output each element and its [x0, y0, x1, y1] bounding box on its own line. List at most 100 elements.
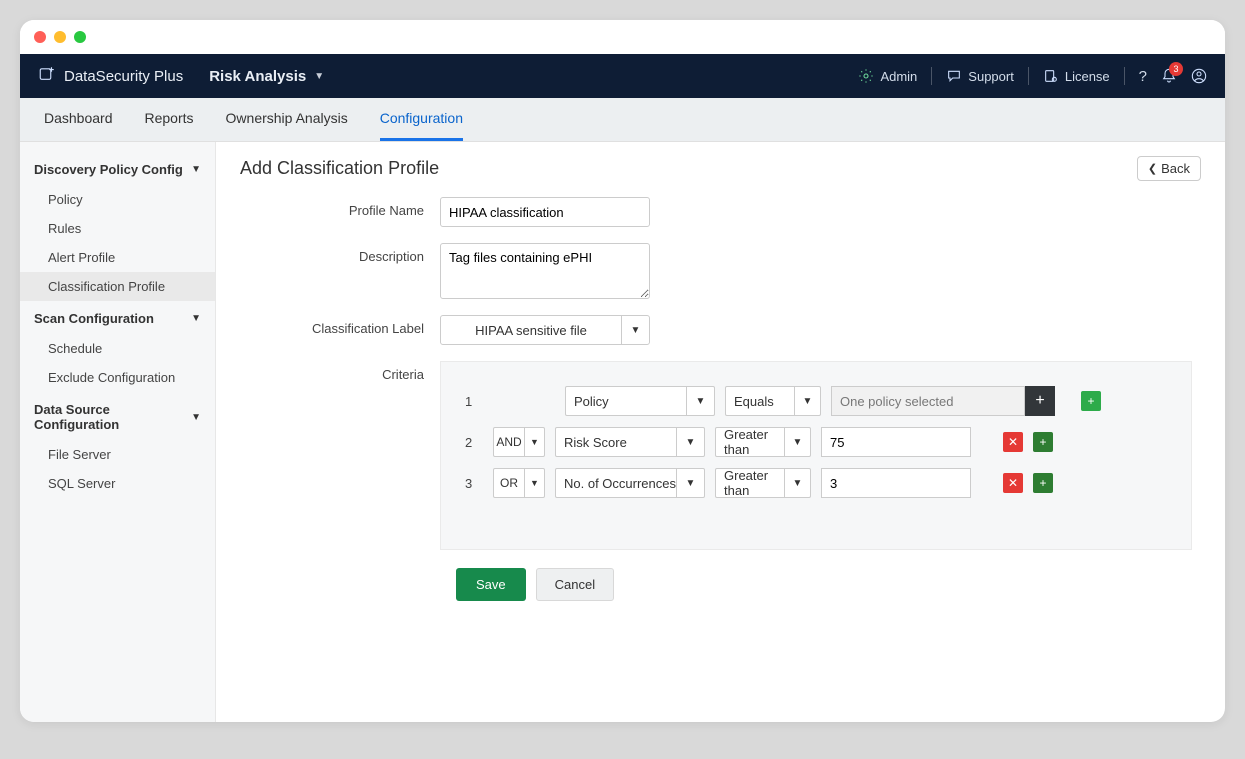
back-button[interactable]: ❮ Back	[1137, 156, 1201, 181]
tab-dashboard[interactable]: Dashboard	[44, 98, 113, 141]
criteria-row: 2 AND ▼ Risk Score ▼ Greater than	[465, 427, 1167, 457]
sidebar-group-data-source[interactable]: Data Source Configuration ▼	[20, 392, 215, 440]
criteria-operator-select[interactable]: Equals ▼	[725, 386, 821, 416]
support-link[interactable]: Support	[946, 68, 1014, 84]
divider-icon	[931, 67, 932, 85]
criteria-field-value: Policy	[566, 394, 686, 409]
criteria-number: 3	[465, 476, 483, 491]
module-name: Risk Analysis	[209, 68, 306, 85]
module-switcher[interactable]: Risk Analysis ▼	[209, 68, 324, 85]
top-links: Admin Support License ? 3	[858, 67, 1207, 85]
add-policy-button[interactable]: +	[1025, 386, 1055, 416]
description-input[interactable]: Tag files containing ePHI	[440, 243, 650, 299]
criteria-logic-select[interactable]: AND ▼	[493, 427, 545, 457]
criteria-field-select[interactable]: No. of Occurrences ▼	[555, 468, 705, 498]
classification-label-value: HIPAA sensitive file	[441, 323, 621, 338]
criteria-number: 2	[465, 435, 483, 450]
add-criteria-button[interactable]: +	[1081, 391, 1101, 411]
sidebar-group-label: Scan Configuration	[34, 311, 154, 326]
add-criteria-button[interactable]: +	[1033, 473, 1053, 493]
sidebar: Discovery Policy Config ▼ Policy Rules A…	[20, 142, 216, 722]
chevron-down-icon: ▼	[621, 316, 649, 344]
sidebar-item-schedule[interactable]: Schedule	[20, 334, 215, 363]
criteria-value-input[interactable]	[821, 468, 971, 498]
module-tabs: Dashboard Reports Ownership Analysis Con…	[20, 98, 1225, 142]
criteria-row: 3 OR ▼ No. of Occurrences ▼ Greater than	[465, 468, 1167, 498]
chevron-left-icon: ❮	[1148, 162, 1157, 175]
brand-icon	[38, 65, 56, 87]
chevron-down-icon: ▼	[524, 428, 544, 456]
criteria-field-value: No. of Occurrences	[556, 476, 676, 491]
remove-criteria-button[interactable]: ✕	[1003, 473, 1023, 493]
divider-icon	[1124, 67, 1125, 85]
criteria-logic-value: OR	[494, 476, 524, 490]
criteria-box: 1 Policy ▼ Equals ▼ One policy	[440, 361, 1192, 550]
window-minimize-icon[interactable]	[54, 31, 66, 43]
caret-down-icon: ▼	[191, 164, 201, 175]
classification-label-label: Classification Label	[300, 315, 440, 336]
criteria-operator-select[interactable]: Greater than ▼	[715, 468, 811, 498]
sidebar-item-sql-server[interactable]: SQL Server	[20, 469, 215, 498]
criteria-operator-value: Greater than	[716, 427, 784, 457]
sidebar-item-alert-profile[interactable]: Alert Profile	[20, 243, 215, 272]
save-button[interactable]: Save	[456, 568, 526, 601]
back-label: Back	[1161, 161, 1190, 176]
sidebar-item-file-server[interactable]: File Server	[20, 440, 215, 469]
criteria-operator-value: Greater than	[716, 468, 784, 498]
add-criteria-button[interactable]: +	[1033, 432, 1053, 452]
criteria-number: 1	[465, 394, 483, 409]
criteria-field-value: Risk Score	[556, 435, 676, 450]
criteria-field-select[interactable]: Risk Score ▼	[555, 427, 705, 457]
support-label: Support	[968, 69, 1014, 84]
profile-name-input[interactable]	[440, 197, 650, 227]
profile-name-label: Profile Name	[300, 197, 440, 218]
window-zoom-icon[interactable]	[74, 31, 86, 43]
criteria-logic-value: AND	[494, 435, 524, 449]
tab-configuration[interactable]: Configuration	[380, 98, 463, 141]
license-link[interactable]: License	[1043, 68, 1110, 84]
criteria-value-input[interactable]	[821, 427, 971, 457]
sidebar-item-exclude-config[interactable]: Exclude Configuration	[20, 363, 215, 392]
sidebar-group-label: Discovery Policy Config	[34, 162, 183, 177]
notification-badge: 3	[1169, 62, 1183, 76]
criteria-field-select[interactable]: Policy ▼	[565, 386, 715, 416]
sidebar-group-label: Data Source Configuration	[34, 402, 191, 432]
criteria-operator-select[interactable]: Greater than ▼	[715, 427, 811, 457]
admin-label: Admin	[880, 69, 917, 84]
chevron-down-icon: ▼	[784, 469, 810, 497]
notifications-button[interactable]: 3	[1161, 68, 1177, 84]
caret-down-icon: ▼	[191, 412, 201, 423]
content-area: Discovery Policy Config ▼ Policy Rules A…	[20, 142, 1225, 722]
main-panel: Add Classification Profile ❮ Back Profil…	[216, 142, 1225, 722]
divider-icon	[1028, 67, 1029, 85]
sidebar-item-policy[interactable]: Policy	[20, 185, 215, 214]
page-title: Add Classification Profile	[240, 158, 439, 179]
criteria-row: 1 Policy ▼ Equals ▼ One policy	[465, 386, 1167, 416]
chevron-down-icon: ▼	[676, 469, 704, 497]
classification-label-select[interactable]: HIPAA sensitive file ▼	[440, 315, 650, 345]
cancel-button[interactable]: Cancel	[536, 568, 614, 601]
sidebar-group-discovery-policy[interactable]: Discovery Policy Config ▼	[20, 152, 215, 185]
user-avatar[interactable]	[1191, 68, 1207, 84]
window-titlebar	[20, 20, 1225, 54]
criteria-logic-select[interactable]: OR ▼	[493, 468, 545, 498]
caret-down-icon: ▼	[314, 71, 324, 82]
description-label: Description	[300, 243, 440, 264]
chevron-down-icon: ▼	[794, 387, 820, 415]
tab-reports[interactable]: Reports	[145, 98, 194, 141]
admin-link[interactable]: Admin	[858, 68, 917, 84]
brand-name: DataSecurity Plus	[64, 68, 183, 85]
brand: DataSecurity Plus	[38, 65, 183, 87]
tab-ownership-analysis[interactable]: Ownership Analysis	[226, 98, 348, 141]
window-close-icon[interactable]	[34, 31, 46, 43]
sidebar-item-rules[interactable]: Rules	[20, 214, 215, 243]
sidebar-group-scan-config[interactable]: Scan Configuration ▼	[20, 301, 215, 334]
help-link[interactable]: ?	[1139, 68, 1147, 85]
chevron-down-icon: ▼	[676, 428, 704, 456]
criteria-value-display: One policy selected	[831, 386, 1025, 416]
top-bar: DataSecurity Plus Risk Analysis ▼ Admin …	[20, 54, 1225, 98]
caret-down-icon: ▼	[191, 313, 201, 324]
remove-criteria-button[interactable]: ✕	[1003, 432, 1023, 452]
sidebar-item-classification-profile[interactable]: Classification Profile	[20, 272, 215, 301]
license-label: License	[1065, 69, 1110, 84]
